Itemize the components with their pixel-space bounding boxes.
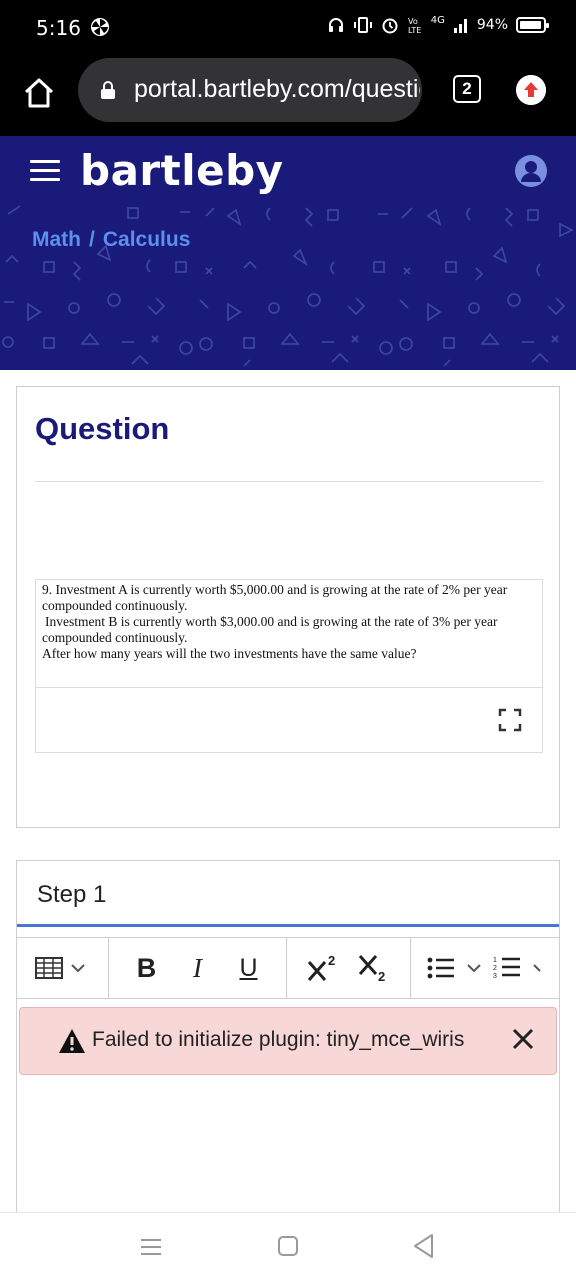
battery-icon bbox=[516, 17, 549, 33]
table-button[interactable] bbox=[17, 938, 85, 998]
alarm-icon bbox=[382, 18, 398, 34]
chevron-down-icon[interactable] bbox=[533, 963, 543, 973]
superscript-icon[interactable]: 2 bbox=[306, 938, 340, 998]
chevron-down-icon bbox=[71, 964, 85, 973]
menu-button[interactable] bbox=[30, 160, 60, 184]
update-icon[interactable] bbox=[516, 75, 546, 105]
table-group bbox=[17, 938, 109, 998]
svg-text:2: 2 bbox=[493, 965, 497, 972]
breadcrumb-topic[interactable]: Calculus bbox=[103, 228, 191, 252]
battery-fill bbox=[520, 21, 541, 29]
status-time: 5:16 bbox=[36, 16, 81, 40]
user-account-icon[interactable] bbox=[514, 154, 548, 188]
warning-icon bbox=[59, 1029, 85, 1053]
list-group: 1 2 3 bbox=[411, 938, 559, 998]
expand-icon[interactable] bbox=[498, 708, 522, 732]
question-line: Investment B is currently worth $3,000.0… bbox=[45, 614, 498, 629]
system-nav-bar bbox=[0, 1212, 576, 1280]
table-icon bbox=[35, 957, 63, 979]
svg-text:2: 2 bbox=[378, 969, 385, 984]
answer-step-card: Step 1 B I U 2 2 1 2 3 Failed to initial… bbox=[16, 860, 560, 1216]
question-image: 9. Investment A is currently worth $5,00… bbox=[35, 579, 543, 753]
vibrate-icon bbox=[353, 17, 372, 33]
address-bar[interactable]: portal.bartleby.com/question/ bbox=[78, 58, 422, 122]
fan-icon bbox=[91, 18, 109, 36]
divider bbox=[36, 687, 542, 688]
question-heading: Question bbox=[35, 411, 170, 446]
svg-text:Vo: Vo bbox=[408, 17, 418, 26]
recent-apps-icon[interactable] bbox=[140, 1238, 162, 1256]
italic-button[interactable]: I bbox=[180, 938, 216, 998]
network-type: 4G bbox=[430, 14, 445, 26]
question-card: Question 9. Investment A is currently wo… bbox=[16, 386, 560, 828]
browser-toolbar: portal.bartleby.com/question/ 2 bbox=[0, 58, 576, 136]
headphone-icon bbox=[328, 18, 343, 32]
home-icon[interactable] bbox=[22, 76, 56, 110]
site-header: bartleby Math / Calculus bbox=[0, 136, 576, 370]
lock-icon bbox=[101, 81, 115, 99]
error-alert: Failed to initialize plugin: tiny_mce_wi… bbox=[19, 1007, 557, 1075]
breadcrumb-subject[interactable]: Math bbox=[32, 228, 81, 252]
question-line: compounded continuously. bbox=[42, 598, 188, 613]
numbered-list-icon[interactable]: 1 2 3 bbox=[493, 955, 521, 981]
svg-text:3: 3 bbox=[493, 973, 497, 980]
breadcrumb-separator: / bbox=[89, 228, 95, 251]
url-text[interactable]: portal.bartleby.com/question/ bbox=[134, 75, 420, 104]
script-group: 2 2 bbox=[287, 938, 411, 998]
volte-icon: Vo LTE bbox=[408, 17, 421, 34]
step-title: Step 1 bbox=[37, 881, 107, 908]
chevron-down-icon[interactable] bbox=[467, 963, 481, 973]
menu-line bbox=[30, 178, 60, 181]
question-text: 9. Investment A is currently worth $5,00… bbox=[42, 582, 536, 662]
breadcrumb: Math / Calculus bbox=[32, 228, 190, 252]
svg-text:LTE: LTE bbox=[408, 26, 421, 34]
underline-button[interactable]: U bbox=[231, 938, 267, 998]
step-underline bbox=[17, 924, 559, 927]
back-icon[interactable] bbox=[412, 1233, 436, 1259]
menu-line bbox=[30, 169, 60, 172]
menu-line bbox=[30, 160, 60, 163]
divider bbox=[35, 481, 543, 482]
question-line: compounded continuously. bbox=[42, 630, 188, 645]
home-nav-button[interactable] bbox=[278, 1236, 298, 1256]
status-bar: 5:16 Vo LTE 4G 94% bbox=[0, 0, 576, 58]
question-line: 9. Investment A is currently worth $5,00… bbox=[42, 582, 508, 597]
svg-text:1: 1 bbox=[493, 957, 497, 964]
bold-button[interactable]: B bbox=[129, 938, 165, 998]
signal-icon bbox=[453, 19, 467, 33]
bartleby-logo[interactable]: bartleby bbox=[80, 146, 284, 195]
close-icon[interactable] bbox=[510, 1026, 536, 1052]
subscript-icon[interactable]: 2 bbox=[357, 938, 391, 998]
tab-switcher-button[interactable]: 2 bbox=[453, 75, 481, 103]
battery-percent: 94% bbox=[476, 17, 508, 33]
question-line: After how many years will the two invest… bbox=[42, 646, 417, 661]
bullet-list-icon[interactable] bbox=[427, 956, 455, 980]
svg-text:2: 2 bbox=[328, 953, 335, 968]
format-group: B I U bbox=[109, 938, 287, 998]
editor-toolbar: B I U 2 2 1 2 3 bbox=[17, 937, 559, 999]
alert-message: Failed to initialize plugin: tiny_mce_wi… bbox=[92, 1028, 465, 1051]
